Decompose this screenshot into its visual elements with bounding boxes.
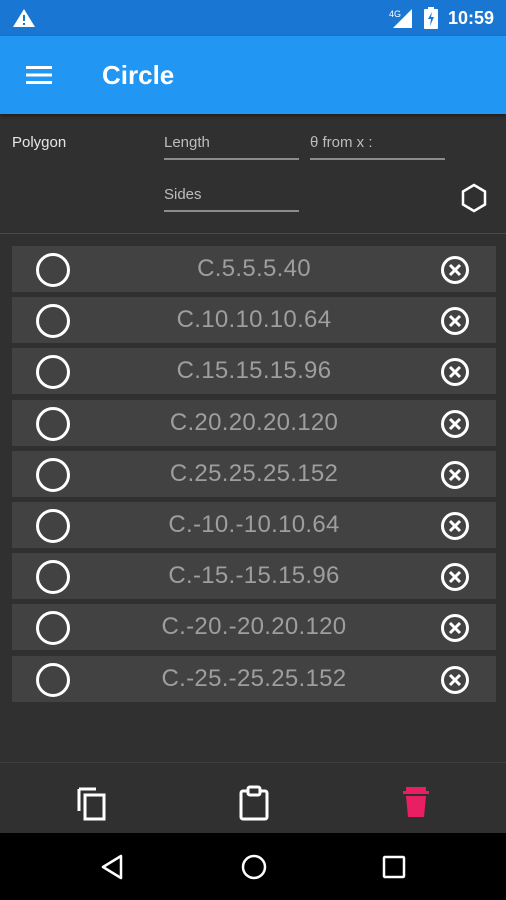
- system-nav-bar: [0, 833, 506, 900]
- item-label: C.-25.-25.25.152: [161, 664, 347, 692]
- status-time: 10:59: [447, 7, 494, 28]
- polygon-label: Polygon: [12, 134, 67, 151]
- svg-text:4G: 4G: [389, 9, 401, 19]
- remove-circle-icon[interactable]: [440, 409, 470, 439]
- radio-icon[interactable]: [36, 253, 70, 287]
- item-label: C.5.5.5.40: [197, 255, 311, 282]
- copy-icon[interactable]: [76, 785, 108, 821]
- sides-field-container: [164, 180, 299, 212]
- radio-icon[interactable]: [36, 508, 70, 543]
- item-label: C.-20.-20.20.120: [161, 613, 347, 641]
- length-field-container: [164, 128, 299, 160]
- signal-icon: 4G: [389, 9, 412, 28]
- recents-icon[interactable]: [380, 853, 408, 881]
- bottom-action-bar: [0, 762, 506, 834]
- list-item[interactable]: C.20.20.20.120: [12, 399, 496, 446]
- item-label: C.-10.-10.10.64: [168, 510, 340, 538]
- remove-circle-icon[interactable]: [440, 306, 470, 336]
- remove-circle-icon[interactable]: [440, 357, 470, 387]
- item-label: C.10.10.10.64: [176, 306, 332, 334]
- radio-icon[interactable]: [36, 611, 70, 646]
- remove-circle-icon[interactable]: [440, 613, 470, 643]
- list-item[interactable]: C.-15.-15.15.96: [12, 553, 496, 600]
- warning-icon: [13, 9, 35, 27]
- length-input[interactable]: [164, 128, 299, 156]
- hexagon-icon[interactable]: [458, 182, 490, 214]
- item-label: C.25.25.25.152: [169, 459, 339, 487]
- radio-icon[interactable]: [36, 662, 70, 697]
- radio-icon[interactable]: [36, 304, 70, 339]
- list-item[interactable]: C.-20.-20.20.120: [12, 604, 496, 651]
- remove-circle-icon[interactable]: [440, 665, 470, 695]
- radio-icon[interactable]: [36, 560, 70, 595]
- remove-circle-icon[interactable]: [440, 562, 470, 592]
- radio-icon[interactable]: [36, 457, 70, 492]
- item-label: C.-15.-15.15.96: [168, 562, 340, 590]
- list-item[interactable]: C.25.25.25.152: [12, 450, 496, 497]
- circle-list: C.5.5.5.40 C.10.10.10.64 C.15.15.15.96 C…: [12, 246, 496, 707]
- item-label: C.20.20.20.120: [169, 408, 339, 436]
- theta-input[interactable]: [310, 128, 445, 156]
- paste-icon[interactable]: [238, 785, 270, 821]
- home-icon[interactable]: [240, 853, 268, 881]
- polygon-form: Polygon: [0, 114, 506, 234]
- item-label: C.15.15.15.96: [176, 357, 332, 385]
- back-icon[interactable]: [99, 853, 127, 881]
- delete-icon[interactable]: [400, 785, 432, 821]
- battery-icon: [423, 7, 438, 29]
- page-title: Circle: [102, 60, 175, 90]
- list-item[interactable]: C.-25.-25.25.152: [12, 655, 496, 702]
- remove-circle-icon[interactable]: [440, 511, 470, 541]
- divider: [0, 233, 506, 234]
- radio-icon[interactable]: [36, 355, 70, 390]
- app-bar: Circle: [0, 36, 506, 114]
- status-bar: 4G 10:59: [0, 0, 506, 36]
- list-item[interactable]: C.10.10.10.64: [12, 297, 496, 344]
- hamburger-menu-icon[interactable]: [24, 63, 56, 87]
- sides-input[interactable]: [164, 180, 299, 208]
- theta-field-container: [310, 128, 445, 160]
- radio-icon[interactable]: [36, 406, 70, 441]
- remove-circle-icon[interactable]: [440, 460, 470, 490]
- remove-circle-icon[interactable]: [440, 255, 470, 285]
- list-item[interactable]: C.5.5.5.40: [12, 246, 496, 292]
- list-item[interactable]: C.-10.-10.10.64: [12, 501, 496, 548]
- list-item[interactable]: C.15.15.15.96: [12, 348, 496, 395]
